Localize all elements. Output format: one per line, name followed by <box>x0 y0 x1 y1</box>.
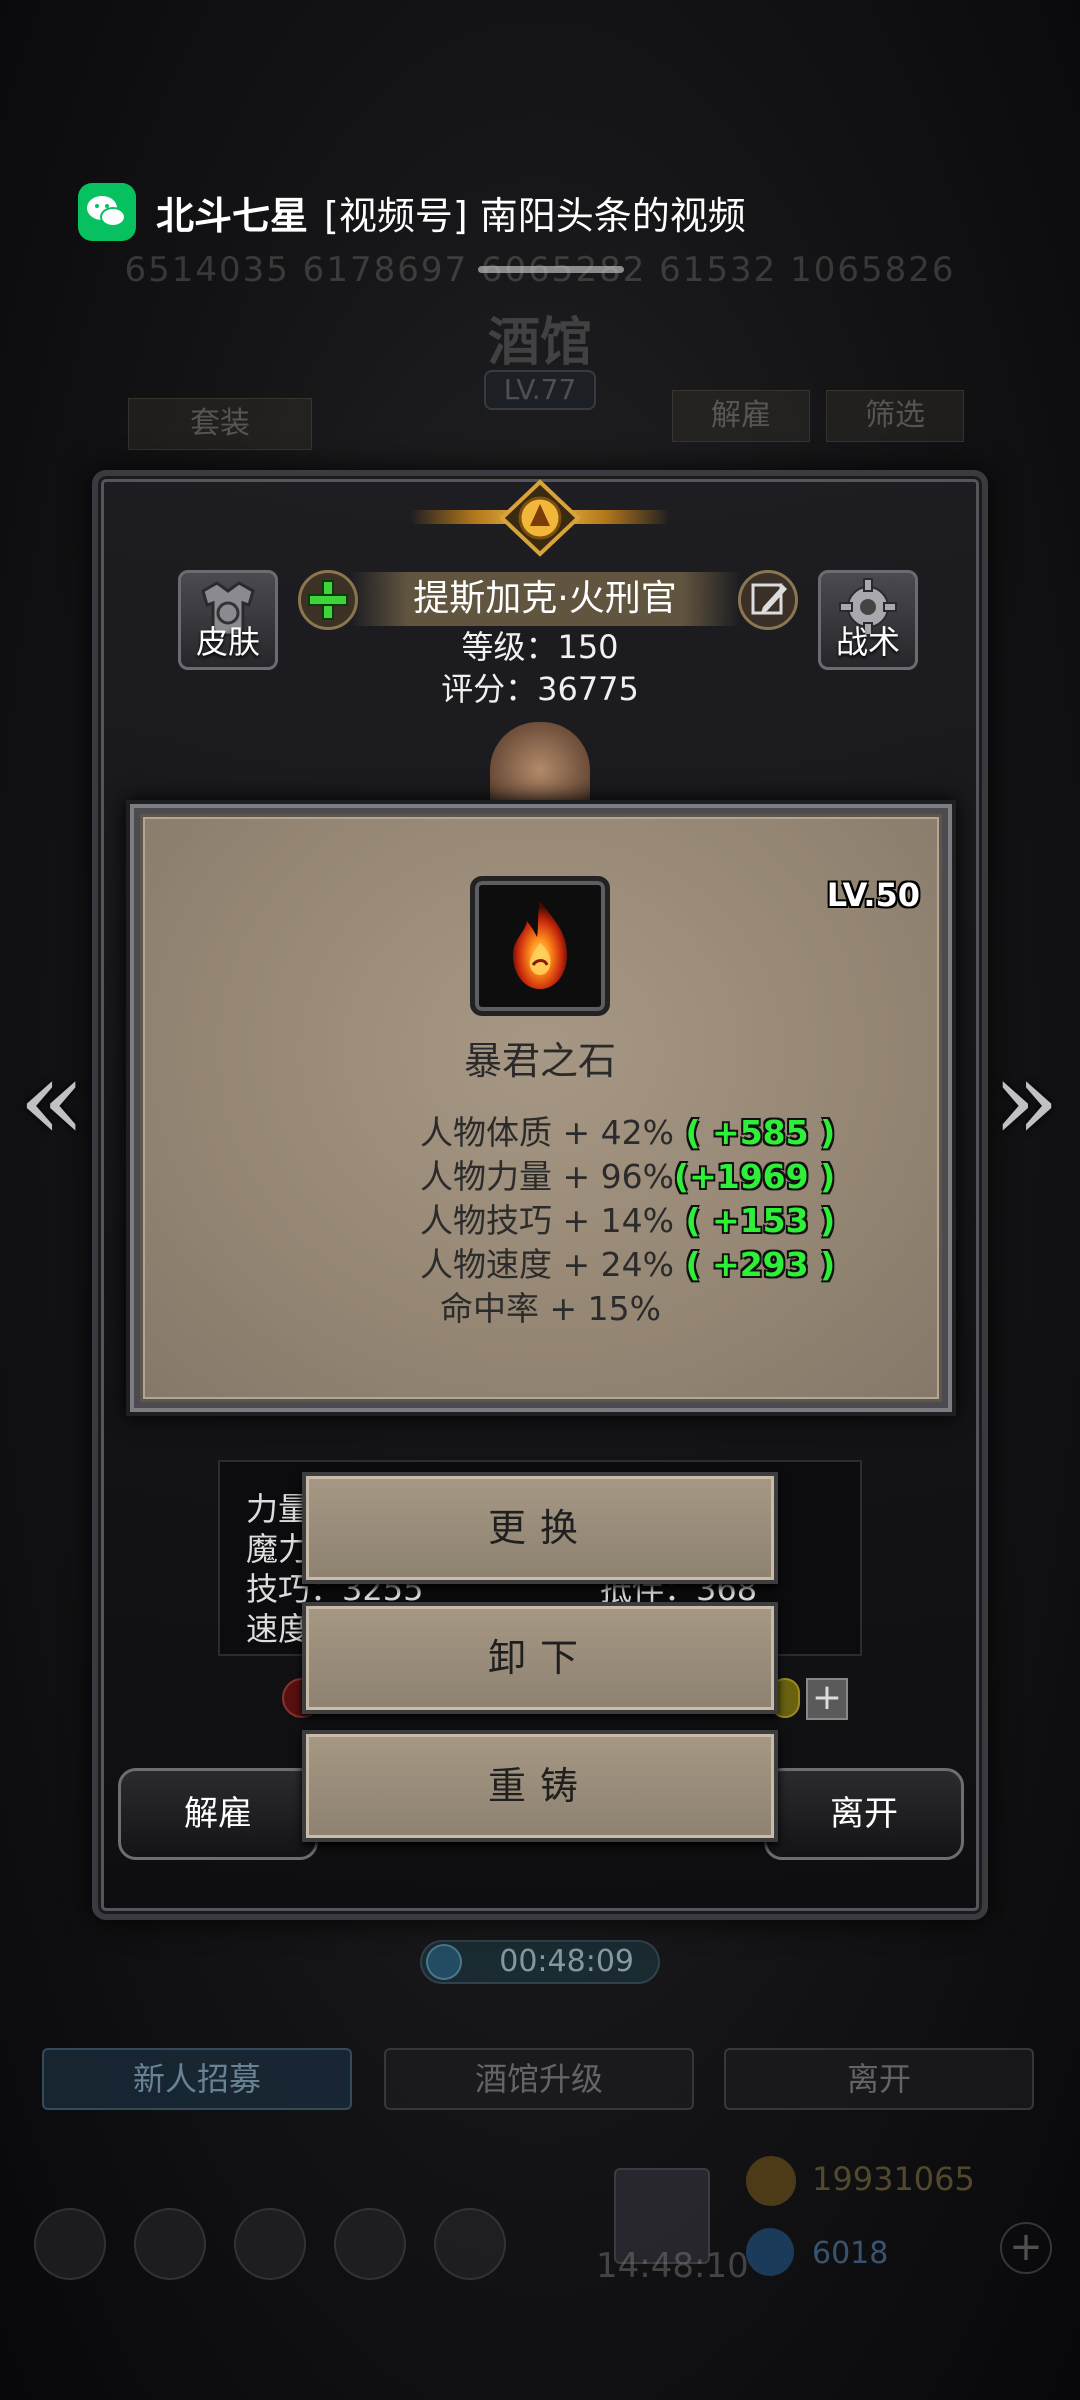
flame-stone-icon <box>513 901 567 989</box>
gem-icon <box>746 2228 794 2276</box>
filter-tab[interactable]: 筛选 <box>826 390 964 442</box>
edit-pencil-icon <box>751 583 787 615</box>
plus-icon <box>308 580 348 620</box>
dock-icon-4[interactable] <box>334 2208 406 2280</box>
panel-emblem-icon <box>499 479 581 557</box>
gold-amount: 19931065 <box>812 2160 975 2198</box>
rename-button[interactable] <box>738 570 798 630</box>
tavern-upgrade-button[interactable]: 酒馆升级 <box>384 2048 694 2110</box>
attr-skill: 人物技巧 + 14% ( +153 ) <box>420 1201 836 1240</box>
attr-bonus: +153 <box>712 1201 809 1240</box>
wechat-icon <box>78 183 136 241</box>
attr-text: 人物速度 + 24% <box>420 1245 674 1284</box>
notification-body: [视频号] 南阳头条的视频 <box>324 193 746 238</box>
attr-bonus: +585 <box>712 1113 809 1152</box>
dock-icon-5[interactable] <box>434 2208 506 2280</box>
hero-score: 评分：36775 <box>441 670 639 708</box>
attr-text: 人物技巧 + 14% <box>420 1201 674 1240</box>
next-hero-arrow-icon[interactable]: » <box>986 1040 1066 1160</box>
tavern-level-badge: LV.77 <box>484 370 596 410</box>
gold-coin-icon <box>746 2156 796 2206</box>
attr-constitution: 人物体质 + 42% ( +585 ) <box>420 1113 836 1152</box>
recruit-button[interactable]: 新人招募 <box>42 2048 352 2110</box>
stat-speed-label: 速度 <box>246 1610 311 1648</box>
timer-icon <box>426 1944 462 1980</box>
leave-panel-button[interactable]: 离开 <box>764 1768 964 1860</box>
hero-level: 等级：150 <box>461 628 619 666</box>
background-number-strip: 6514035 6178697 6065282 61532 1065826 <box>124 250 956 290</box>
gem-amount: 6018 <box>812 2236 889 2271</box>
skin-button[interactable]: 皮肤 <box>178 570 278 670</box>
tavern-title: 酒馆 <box>487 312 592 373</box>
attr-speed: 人物速度 + 24% ( +293 ) <box>420 1245 836 1284</box>
add-hero-button[interactable] <box>298 570 358 630</box>
add-stat-button[interactable]: + <box>806 1678 848 1720</box>
dock-icon-2[interactable] <box>134 2208 206 2280</box>
leave-tavern-button[interactable]: 离开 <box>724 2048 1034 2110</box>
clock-readout: 14:48:10 <box>596 2246 749 2286</box>
item-icon-frame <box>470 876 610 1016</box>
notification-handle[interactable] <box>478 266 624 273</box>
attr-bonus: +293 <box>712 1245 809 1284</box>
previous-hero-arrow-icon[interactable]: « <box>12 1040 92 1160</box>
dismiss-hero-button[interactable]: 解雇 <box>118 1768 318 1860</box>
tactics-label: 战术 <box>835 623 900 661</box>
item-level: LV.50 <box>826 876 920 914</box>
unequip-button[interactable]: 卸下 <box>302 1602 778 1714</box>
attr-accuracy: 命中率 + 15% <box>440 1282 661 1330</box>
notification-title: 北斗七星 <box>156 193 309 238</box>
attr-bonus: +1969 <box>689 1157 809 1196</box>
hero-portrait <box>490 722 590 810</box>
dismiss-tab[interactable]: 解雇 <box>672 390 810 442</box>
replace-button[interactable]: 更换 <box>302 1472 778 1584</box>
wechat-notification[interactable]: 北斗七星 [视频号] 南阳头条的视频 <box>78 180 978 244</box>
hero-name: 提斯加克·火刑官 <box>350 572 740 626</box>
attr-text: 人物体质 + 42% <box>420 1113 674 1152</box>
attr-text: 命中率 + 15% <box>440 1289 661 1328</box>
set-tab[interactable]: 套装 <box>128 398 312 450</box>
skin-label: 皮肤 <box>195 623 260 661</box>
dock-icon-1[interactable] <box>34 2208 106 2280</box>
attr-text: 人物力量 + 96% <box>420 1157 674 1196</box>
add-currency-icon[interactable]: + <box>1000 2222 1052 2274</box>
attr-strength: 人物力量 + 96%(+1969 ) <box>420 1157 836 1196</box>
tactics-button[interactable]: 战术 <box>818 570 918 670</box>
dock-icon-3[interactable] <box>234 2208 306 2280</box>
item-name: 暴君之石 <box>463 1039 616 1083</box>
reforge-button[interactable]: 重铸 <box>302 1730 778 1842</box>
